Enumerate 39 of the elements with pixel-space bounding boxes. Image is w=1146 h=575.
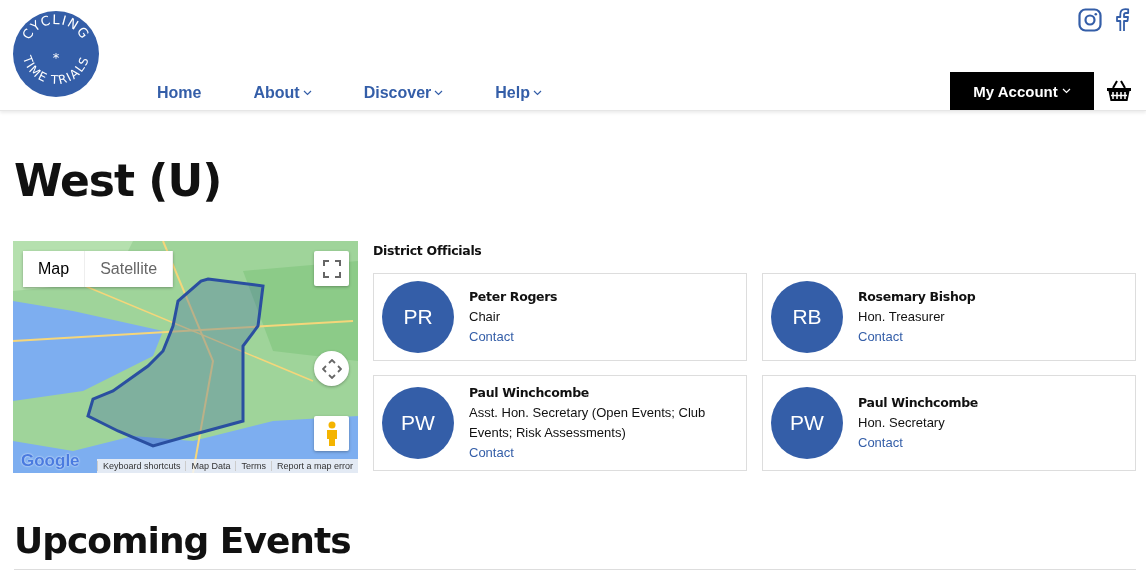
official-role: Chair bbox=[469, 308, 502, 326]
map-attribution-logo: Google bbox=[21, 451, 80, 471]
instagram-icon[interactable] bbox=[1078, 8, 1102, 32]
official-name: Peter Rogers bbox=[469, 288, 558, 306]
nav-link[interactable]: Discover bbox=[363, 84, 444, 102]
pan-arrows-icon bbox=[321, 358, 342, 379]
chevron-down-icon bbox=[1061, 88, 1071, 94]
contact-link[interactable]: Contact bbox=[469, 443, 738, 463]
account-button[interactable]: My Account bbox=[950, 72, 1094, 110]
official-name: Paul Winchcombe bbox=[858, 394, 979, 412]
initials-avatar: PW bbox=[382, 387, 454, 459]
contact-link[interactable]: Contact bbox=[858, 327, 976, 347]
map-type-tab[interactable]: Satellite bbox=[85, 251, 174, 287]
contact-link[interactable]: Contact bbox=[469, 327, 558, 347]
nav-link[interactable]: About bbox=[253, 84, 312, 102]
person-icon bbox=[324, 420, 339, 447]
fullscreen-icon bbox=[322, 259, 341, 278]
map-type-tab[interactable]: Map bbox=[23, 251, 86, 287]
nav-link[interactable]: Help bbox=[495, 84, 542, 102]
nav-link[interactable]: Home bbox=[157, 84, 202, 102]
basket-icon[interactable] bbox=[1106, 79, 1132, 103]
fullscreen-button[interactable] bbox=[314, 251, 349, 286]
section-title: Upcoming Events bbox=[14, 519, 1136, 570]
map-footer-link[interactable]: Map Data bbox=[185, 461, 236, 471]
facebook-icon[interactable] bbox=[1114, 8, 1130, 32]
official-name: Rosemary Bishop bbox=[858, 288, 976, 306]
map-footer-link[interactable]: Keyboard shortcuts bbox=[96, 461, 186, 471]
map-footer-link[interactable]: Report a map error bbox=[270, 461, 358, 471]
map-footer-link[interactable]: Terms bbox=[235, 461, 271, 471]
official-role: Asst. Hon. Secretary (Open Events; Club Events; Risk Assessments) bbox=[469, 404, 707, 442]
official-role: Hon. Treasurer bbox=[858, 308, 946, 326]
contact-link[interactable]: Contact bbox=[858, 433, 979, 453]
initials-avatar: RB bbox=[771, 281, 843, 353]
page-title: West (U) bbox=[14, 154, 223, 208]
initials-avatar: PW bbox=[771, 387, 843, 459]
initials-avatar: PR bbox=[382, 281, 454, 353]
section-heading: District Officials bbox=[373, 243, 483, 258]
official-name: Paul Winchcombe bbox=[469, 384, 591, 402]
official-role: Hon. Secretary bbox=[858, 414, 946, 432]
